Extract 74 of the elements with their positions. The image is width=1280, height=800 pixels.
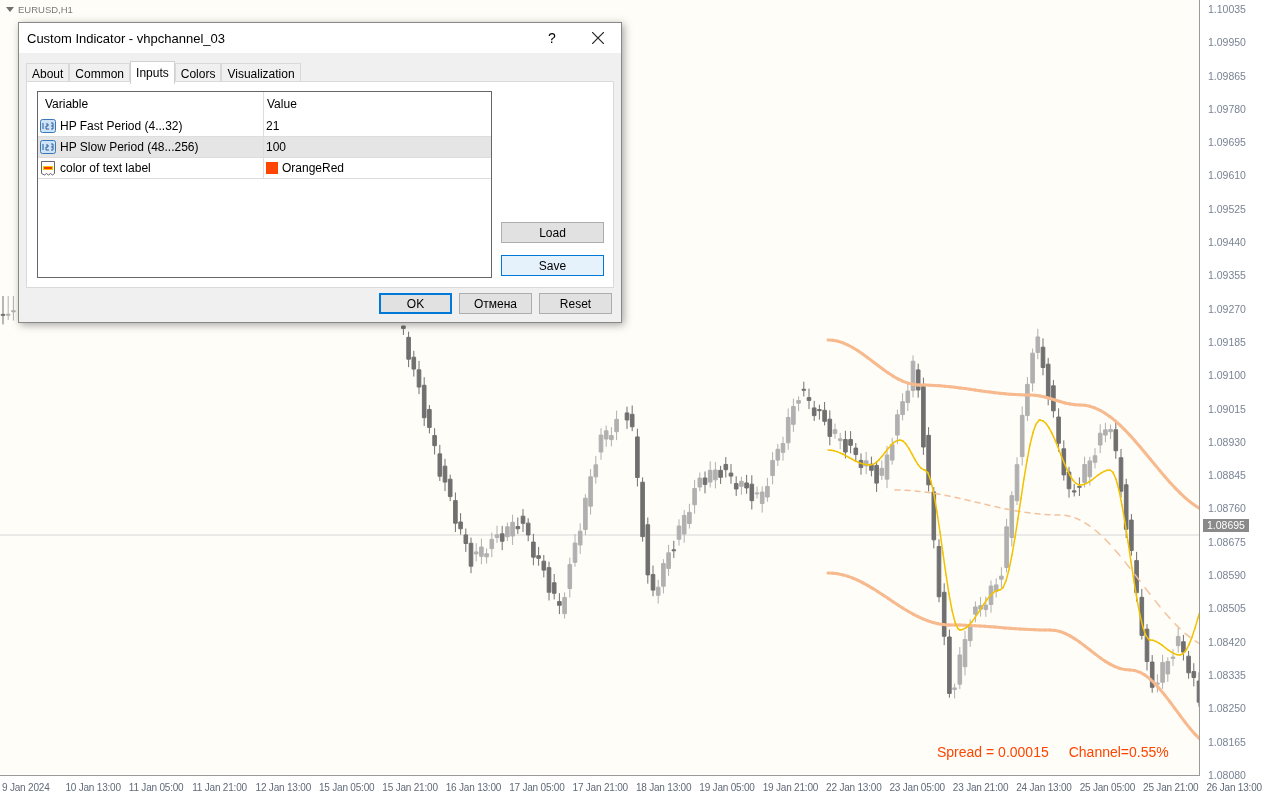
price-label: 1.08675 bbox=[1207, 534, 1247, 549]
time-label: 12 Jan 13:00 bbox=[255, 781, 312, 795]
current-price-badge: 1.08695 bbox=[1203, 519, 1249, 532]
variable-value: OrangeRed bbox=[282, 161, 345, 175]
price-label: 1.09185 bbox=[1207, 334, 1247, 349]
time-label: 16 Jan 13:00 bbox=[445, 781, 503, 795]
variable-name: color of text label bbox=[60, 161, 151, 175]
price-label: 1.08165 bbox=[1207, 734, 1247, 749]
price-label: 1.09015 bbox=[1207, 401, 1247, 416]
price-label: 1.08420 bbox=[1207, 634, 1247, 649]
info-label: Channel=0.55% bbox=[1068, 744, 1169, 760]
price-label: 1.09610 bbox=[1207, 168, 1247, 183]
price-label: 1.09270 bbox=[1207, 301, 1247, 316]
price-label: 1.09695 bbox=[1207, 135, 1247, 150]
tab[interactable]: Common bbox=[69, 63, 131, 83]
dialog-button[interactable]: OK bbox=[379, 293, 452, 314]
time-label: 17 Jan 21:00 bbox=[572, 781, 629, 795]
price-label: 1.08845 bbox=[1207, 468, 1247, 483]
price-label: 1.08590 bbox=[1207, 568, 1247, 583]
info-label: Spread = 0.00015 bbox=[937, 744, 1049, 760]
price-label: 1.08930 bbox=[1207, 434, 1247, 449]
price-label: 1.09525 bbox=[1207, 201, 1247, 216]
price-label: 1.09865 bbox=[1207, 68, 1247, 83]
price-label: 1.08080 bbox=[1207, 767, 1247, 782]
tab[interactable]: Visualization bbox=[221, 63, 301, 83]
price-label: 1.09355 bbox=[1207, 268, 1247, 283]
time-label: 9 Jan 2024 bbox=[2, 781, 51, 795]
price-label: 1.09440 bbox=[1207, 235, 1247, 250]
symbol-label: EURUSD,H1 bbox=[18, 4, 73, 15]
time-label: 15 Jan 05:00 bbox=[318, 781, 376, 795]
dialog-button[interactable]: Reset bbox=[539, 293, 612, 314]
side-button[interactable]: Load bbox=[501, 222, 604, 243]
variable-name: HP Fast Period (4...32) bbox=[60, 119, 183, 133]
time-label: 11 Jan 21:00 bbox=[192, 781, 248, 795]
price-label: 1.09950 bbox=[1207, 35, 1247, 50]
number-type-icon bbox=[40, 118, 56, 134]
time-label: 26 Jan 13:00 bbox=[1206, 781, 1263, 795]
time-label: 10 Jan 13:00 bbox=[65, 781, 122, 795]
tab[interactable]: Inputs bbox=[130, 61, 175, 84]
window-title: Custom Indicator - vhpchannel_03 bbox=[27, 30, 226, 46]
price-label: 1.08760 bbox=[1207, 501, 1247, 516]
side-button[interactable]: Save bbox=[501, 255, 604, 276]
column-header: Variable bbox=[38, 92, 264, 116]
price-label: 1.10035 bbox=[1207, 2, 1247, 16]
dialog-button[interactable]: Отмена bbox=[459, 293, 532, 314]
help-button[interactable]: ? bbox=[529, 30, 575, 46]
time-label: 18 Jan 13:00 bbox=[635, 781, 693, 795]
price-label: 1.09100 bbox=[1207, 368, 1247, 383]
time-label: 17 Jan 05:00 bbox=[509, 781, 566, 795]
number-type-icon bbox=[40, 139, 56, 155]
time-label: 19 Jan 05:00 bbox=[699, 781, 756, 795]
variable-value: 21 bbox=[266, 119, 280, 133]
time-label: 23 Jan 05:00 bbox=[889, 781, 946, 795]
variable-value: 100 bbox=[266, 140, 287, 154]
price-label: 1.08335 bbox=[1207, 667, 1247, 682]
close-icon bbox=[592, 32, 604, 44]
column-header: Value bbox=[266, 96, 298, 113]
time-label: 15 Jan 21:00 bbox=[382, 781, 439, 795]
time-label: 22 Jan 13:00 bbox=[826, 781, 883, 795]
price-label: 1.08250 bbox=[1207, 701, 1247, 716]
table-row[interactable]: color of text label OrangeRed bbox=[38, 158, 491, 179]
time-label: 11 Jan 05:00 bbox=[128, 781, 185, 795]
time-label: 24 Jan 13:00 bbox=[1016, 781, 1073, 795]
time-label: 25 Jan 21:00 bbox=[1143, 781, 1200, 795]
time-label: 25 Jan 05:00 bbox=[1079, 781, 1137, 795]
price-label: 1.08505 bbox=[1207, 601, 1247, 616]
dropdown-icon[interactable] bbox=[6, 7, 14, 12]
price-label: 1.09780 bbox=[1207, 101, 1247, 116]
variable-name: HP Slow Period (48...256) bbox=[60, 140, 199, 154]
tab[interactable]: About bbox=[26, 63, 70, 83]
time-label: 19 Jan 21:00 bbox=[762, 781, 820, 795]
table-row[interactable]: HP Slow Period (48...256) 100 bbox=[38, 137, 491, 158]
color-type-icon bbox=[40, 160, 56, 176]
time-label: 23 Jan 21:00 bbox=[952, 781, 1010, 795]
